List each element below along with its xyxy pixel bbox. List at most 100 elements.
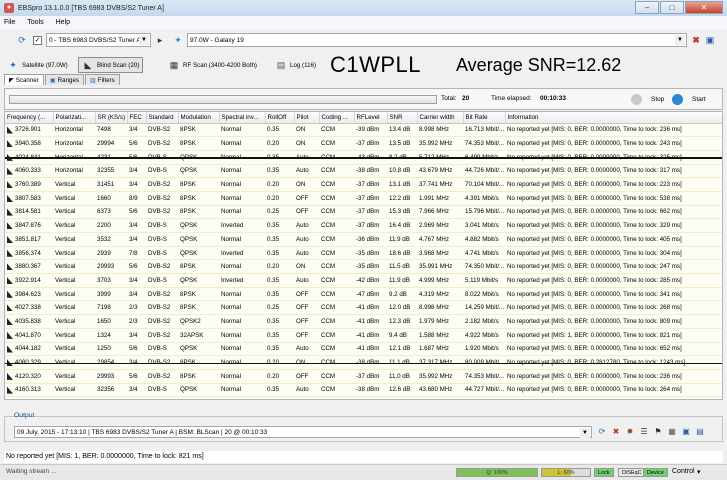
refresh-icon[interactable]: ⟳ xyxy=(596,425,608,437)
table-header-row: Frequency (... Polarizati... SR (KS/s) FEC S… xyxy=(5,112,722,124)
table-row[interactable]: 3726.901 Horizontal 7498 3/4 DVB-S2 8PSK Norma… xyxy=(5,123,722,138)
table-row[interactable]: 4080.329 Vertical 29854 3/4 DVB-S2 8PSK Normal… xyxy=(5,355,722,370)
table-cell: 11.0 dB xyxy=(387,369,417,384)
table-cell: DVB-S xyxy=(146,164,178,179)
table-cell: 2.969 MHz xyxy=(417,218,463,233)
output-select[interactable]: 09 July, 2015 - 17:13:10 | TBS 6983 DVBS… xyxy=(14,426,592,438)
tab-scanner[interactable]: ◤ Scanner xyxy=(4,74,44,85)
title-bar: ● EBSpro 13.1.0.0 [TBS 6983 DVBS/S2 Tune… xyxy=(0,0,727,16)
table-cell: ON xyxy=(294,355,319,370)
table-row[interactable]: 4041.870 Vertical 1324 3/4 DVB-S2 32APSK Norma… xyxy=(5,328,722,343)
table-cell: Auto xyxy=(294,218,319,233)
menu-tools[interactable]: Tools xyxy=(27,19,43,26)
column-header[interactable]: Spectral inv... xyxy=(219,112,266,124)
delete-icon[interactable]: ✖ xyxy=(689,33,703,47)
column-header[interactable]: Carrier width xyxy=(417,112,464,124)
export-icon[interactable]: ▤ xyxy=(694,425,706,437)
table-row[interactable]: 3880.367 Vertical 29993 5/6 DVB-S2 8PSK Normal… xyxy=(5,259,722,275)
start-label: Start xyxy=(692,95,706,103)
table-cell: 4.767 MHz xyxy=(417,232,463,247)
table-row[interactable]: 3984.623 Vertical 3999 3/4 DVB-S2 8PSK Normal 0… xyxy=(5,287,722,302)
table-cell: 8PSK xyxy=(178,300,219,316)
table-row[interactable]: 3940.358 Horizontal 29994 5/6 DVB-S2 8PSK Norm… xyxy=(5,136,722,151)
table-row[interactable]: 3760.389 Vertical 31451 3/4 DVB-S2 8PSK Normal… xyxy=(5,177,722,192)
table-row[interactable]: 3856.374 Vertical 2939 7/8 DVB-S QPSK Inverted… xyxy=(5,246,722,261)
column-header[interactable]: RFLevel xyxy=(354,112,388,124)
satellite-mode-button[interactable]: ✦ Satellite (97.0W) xyxy=(4,57,71,73)
table-row[interactable]: 4044.182 Vertical 1250 5/6 DVB-S QPSK Normal 0.… xyxy=(5,342,722,357)
delete-icon[interactable]: ✖ xyxy=(610,425,622,437)
table-row[interactable]: 3807.583 Vertical 1660 8/9 DVB-S2 8PSK Normal 0… xyxy=(5,191,722,206)
table-cell: QPSK xyxy=(178,383,219,398)
list-icon[interactable]: ☰ xyxy=(638,425,650,437)
table-cell: CCM xyxy=(319,191,354,206)
column-header[interactable]: Standard xyxy=(146,112,179,124)
column-header[interactable]: Bit Rate xyxy=(463,112,506,124)
tab-ranges[interactable]: ▣ Ranges xyxy=(44,74,84,85)
tuner-select[interactable]: 0 - TBS 6983 DVBS/S2 Tuner A ▼ xyxy=(46,33,151,47)
flag-icon[interactable]: ⚑ xyxy=(652,425,664,437)
refresh-icon[interactable]: ⟳ xyxy=(15,33,29,47)
table-row[interactable]: 4027.338 Vertical 7198 2/3 DVB-S2 8PSK Normal 0… xyxy=(5,300,722,316)
column-header[interactable]: Modulation xyxy=(178,112,220,124)
column-header[interactable]: Frequency (... xyxy=(5,112,54,124)
minimize-button[interactable]: – xyxy=(635,1,659,14)
rf-scan-button[interactable]: ▦ RF Scan (3400-4200 Both) xyxy=(165,57,260,73)
stop-button[interactable]: Stop xyxy=(631,93,664,105)
filter-icon[interactable]: ▦ xyxy=(666,425,678,437)
table-cell: 5/6 xyxy=(127,150,146,165)
column-header[interactable]: Coding ... xyxy=(319,112,355,124)
column-header[interactable]: Pilot xyxy=(294,112,320,124)
table-cell: 0.20 xyxy=(265,355,294,370)
column-header[interactable]: SNR xyxy=(387,112,418,124)
save-icon[interactable]: ▣ xyxy=(680,425,692,437)
table-row[interactable]: 4160.313 Vertical 32356 3/4 DVB-S QPSK Normal 0… xyxy=(5,383,722,398)
tab-filters[interactable]: ▥ Filters xyxy=(85,74,120,85)
save-icon[interactable]: ▣ xyxy=(703,33,717,47)
close-button[interactable]: ✕ xyxy=(685,1,723,14)
frequency-value: 4041.870 xyxy=(15,331,41,339)
table-cell: 4.319 MHz xyxy=(417,287,463,302)
table-cell: 12.6 dB xyxy=(387,383,417,398)
table-row[interactable]: 4035.838 Vertical 1650 2/3 DVB-S2 QPSK2 Normal… xyxy=(5,314,722,329)
play-icon[interactable]: ▸ xyxy=(153,33,167,47)
table-row[interactable]: 3847.876 Vertical 2200 3/4 DVB-S QPSK Inverted… xyxy=(5,218,722,233)
table-cell: No reported yet [MIS: 0, BER: 0.0000000,… xyxy=(505,191,722,206)
table-cell: 3/4 xyxy=(127,218,146,233)
gear-icon[interactable]: ✹ xyxy=(624,425,636,437)
frequency-value: 4027.338 xyxy=(15,304,41,312)
table-cell: No reported yet [MIS: 0, BER: 0.0000000,… xyxy=(505,123,722,138)
menu-help[interactable]: Help xyxy=(56,19,70,26)
tuner-checkbox[interactable]: ✓ xyxy=(33,35,42,45)
blind-scan-button[interactable]: ◣ Blind Scan (20) xyxy=(78,57,144,73)
table-cell: 43.680 MHz xyxy=(417,383,463,398)
column-header[interactable]: RollOff xyxy=(265,112,295,124)
table-row[interactable]: 4060.333 Horizontal 32355 3/4 DVB-S QPSK Norma… xyxy=(5,164,722,179)
column-header[interactable]: FEC xyxy=(127,112,147,124)
satellite-select[interactable]: 97.0W - Galaxy 19 ▼ xyxy=(187,33,687,47)
table-cell: CCM xyxy=(319,314,354,329)
table-row[interactable]: 3851.817 Vertical 3532 3/4 DVB-S QPSK Normal 0.… xyxy=(5,232,722,247)
table-cell: CCM xyxy=(319,246,354,261)
diseqc-indicator: DiSEqC xyxy=(618,468,646,477)
table-cell: 3807.583 xyxy=(5,191,53,206)
table-row[interactable]: 3814.581 Vertical 6373 5/6 DVB-S2 8PSK Normal 0… xyxy=(5,205,722,220)
maximize-button[interactable]: □ xyxy=(660,1,684,14)
column-header[interactable]: SR (KS/s) xyxy=(95,112,128,124)
log-button[interactable]: ▤ Log (116) xyxy=(272,57,319,73)
table-row[interactable]: 3922.914 Vertical 3703 3/4 DVB-S QPSK Inverted… xyxy=(5,273,722,288)
column-header[interactable]: Information xyxy=(505,112,722,124)
table-cell: Vertical xyxy=(53,232,95,247)
table-cell: ON xyxy=(294,123,319,138)
table-cell: Vertical xyxy=(53,383,95,398)
satellite-icon[interactable]: ✦ xyxy=(171,33,185,47)
chevron-down-icon[interactable]: ▾ xyxy=(697,468,701,476)
table-row[interactable]: 4120.320 Vertical 29993 5/6 DVB-S2 8PSK Normal… xyxy=(5,369,722,384)
table-row[interactable]: 4024.841 Horizontal 4231 5/6 DVB-S QPSK Normal… xyxy=(5,150,722,165)
column-header[interactable]: Polarizati... xyxy=(53,112,96,124)
control-menu[interactable]: Control xyxy=(672,468,695,475)
start-button[interactable]: Start xyxy=(672,93,706,105)
menu-file[interactable]: File xyxy=(4,19,15,26)
table-cell: 4.882 Mbit/s xyxy=(463,232,505,247)
elapsed-label: Time elapsed: xyxy=(491,95,532,102)
